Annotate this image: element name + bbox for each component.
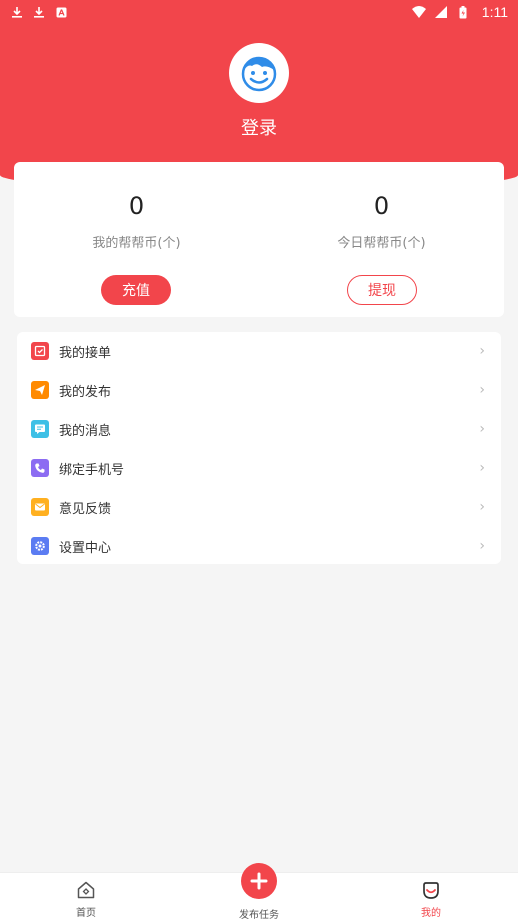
send-icon <box>31 381 49 399</box>
nav-home[interactable]: 首页 <box>36 873 136 920</box>
menu-list: 我的接单 › 我的发布 › 我的消息 › 绑定手机号 › 意见反馈 › 设置中心 <box>17 332 501 564</box>
recharge-button[interactable]: 充值 <box>101 275 171 305</box>
menu-item-feedback[interactable]: 意见反馈 › <box>17 488 501 526</box>
mail-icon <box>31 498 49 516</box>
menu-item-settings[interactable]: 设置中心 › <box>17 527 501 565</box>
message-icon <box>31 420 49 438</box>
today-coins-value: 0 <box>373 192 390 220</box>
menu-label: 设置中心 <box>59 540 112 556</box>
nav-publish-task[interactable]: 发布任务 <box>209 863 309 920</box>
menu-item-my-posts[interactable]: 我的发布 › <box>17 371 501 409</box>
bottom-navigation: 首页 发布任务 我的 <box>0 863 518 920</box>
status-bar: 1:11 <box>0 0 518 24</box>
battery-icon <box>456 5 470 19</box>
chevron-right-icon: › <box>479 460 485 476</box>
chevron-right-icon: › <box>479 343 485 359</box>
app-notification-icon <box>54 5 68 19</box>
avatar[interactable] <box>229 43 289 103</box>
status-time: 1:11 <box>481 4 508 20</box>
today-coins-section: 0 今日帮帮币(个) 提现 <box>259 162 504 317</box>
my-coins-section: 0 我的帮帮币(个) 充值 <box>14 162 259 317</box>
login-link[interactable]: 登录 <box>0 114 518 140</box>
me-smile-icon <box>420 879 442 901</box>
plus-icon <box>241 863 277 899</box>
wifi-icon <box>411 5 426 19</box>
chevron-right-icon: › <box>479 499 485 515</box>
chevron-right-icon: › <box>479 538 485 554</box>
withdraw-button[interactable]: 提现 <box>347 275 417 305</box>
signal-icon <box>434 5 448 19</box>
order-icon <box>31 342 49 360</box>
menu-item-bind-phone[interactable]: 绑定手机号 › <box>17 449 501 487</box>
today-coins-label: 今日帮帮币(个) <box>337 236 426 251</box>
menu-label: 我的接单 <box>59 345 112 361</box>
chevron-right-icon: › <box>479 421 485 437</box>
nav-home-label: 首页 <box>76 908 96 919</box>
menu-label: 我的发布 <box>59 384 112 400</box>
my-coins-value: 0 <box>128 192 145 220</box>
nav-me[interactable]: 我的 <box>381 873 481 920</box>
my-coins-label: 我的帮帮币(个) <box>92 236 181 251</box>
download-icon <box>32 5 46 19</box>
menu-item-my-messages[interactable]: 我的消息 › <box>17 410 501 448</box>
home-icon <box>75 879 97 901</box>
chevron-right-icon: › <box>479 382 485 398</box>
nav-publish-label: 发布任务 <box>239 910 279 920</box>
phone-icon <box>31 459 49 477</box>
smiley-face-avatar-icon <box>241 56 277 92</box>
menu-item-my-orders[interactable]: 我的接单 › <box>17 332 501 370</box>
menu-label: 绑定手机号 <box>59 462 125 478</box>
settings-icon <box>31 537 49 555</box>
nav-me-label: 我的 <box>421 908 441 919</box>
download-icon <box>10 5 24 19</box>
menu-label: 我的消息 <box>59 423 112 439</box>
wallet-card: 0 我的帮帮币(个) 充值 0 今日帮帮币(个) 提现 <box>14 162 504 317</box>
menu-label: 意见反馈 <box>59 501 112 517</box>
